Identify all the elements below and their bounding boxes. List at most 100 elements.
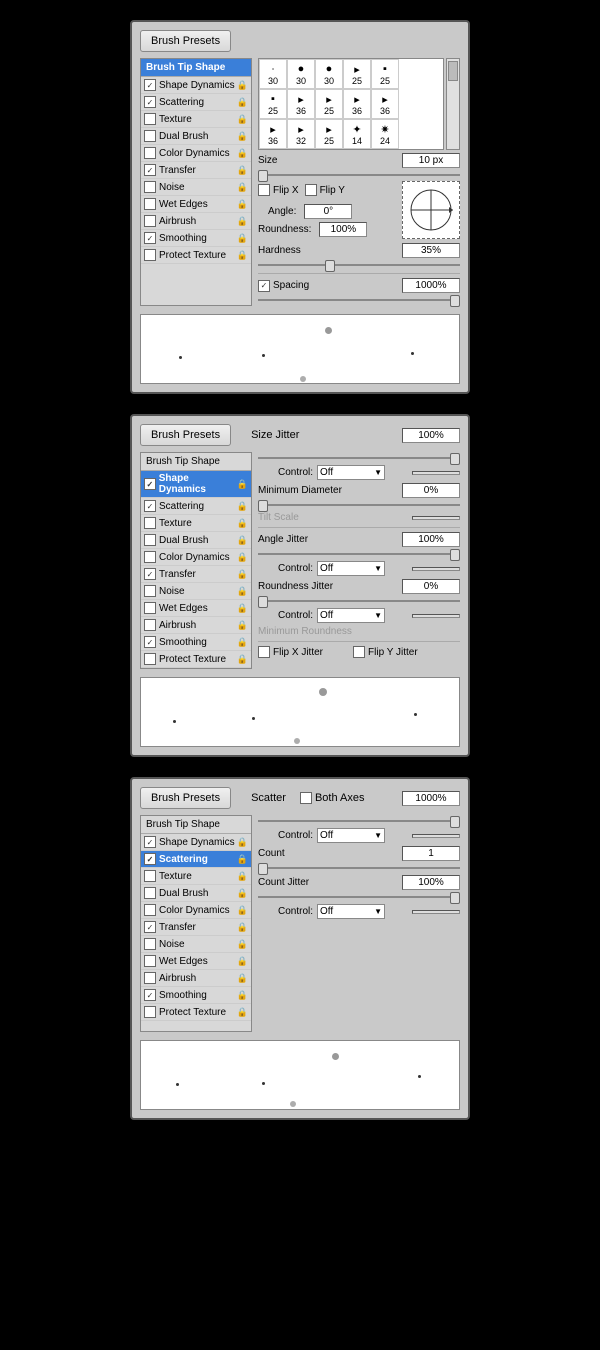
count-value[interactable]: 1	[402, 846, 460, 861]
shape-dynamics-option[interactable]: ✓Shape Dynamics🔒	[141, 77, 251, 94]
checkbox-icon[interactable]	[144, 198, 156, 210]
spacing-value[interactable]: 1000%	[402, 278, 460, 293]
airbrush-option[interactable]: Airbrush🔒	[141, 970, 251, 987]
angle-jitter-value[interactable]: 100%	[402, 532, 460, 547]
checkbox-icon[interactable]	[144, 551, 156, 563]
color-dynamics-option[interactable]: Color Dynamics🔒	[141, 902, 251, 919]
transfer-option[interactable]: ✓Transfer🔒	[141, 162, 251, 179]
count-jitter-control-select[interactable]: Off▼	[317, 904, 385, 919]
checkbox-icon[interactable]	[144, 534, 156, 546]
protect-texture-option[interactable]: Protect Texture🔒	[141, 651, 251, 668]
angle-jitter-slider[interactable]	[258, 550, 460, 558]
scatter-slider[interactable]	[258, 817, 460, 825]
checkbox-icon[interactable]	[144, 653, 156, 665]
wet-edges-option[interactable]: Wet Edges🔒	[141, 953, 251, 970]
airbrush-option[interactable]: Airbrush🔒	[141, 213, 251, 230]
checkbox-icon[interactable]: ✓	[144, 636, 156, 648]
smoothing-option[interactable]: ✓Smoothing🔒	[141, 230, 251, 247]
brush-thumbnail-grid[interactable]: ∙30●30●30▸25▪25 ▪25▸36▸25▸36▸36 ▸36▸32▸2…	[258, 58, 460, 150]
checkbox-icon[interactable]	[144, 113, 156, 125]
checkbox-icon[interactable]: ✓	[144, 989, 156, 1001]
airbrush-option[interactable]: Airbrush🔒	[141, 617, 251, 634]
min-diameter-value[interactable]: 0%	[402, 483, 460, 498]
spacing-slider[interactable]	[258, 296, 460, 304]
checkbox-icon[interactable]	[144, 972, 156, 984]
noise-option[interactable]: Noise🔒	[141, 936, 251, 953]
scattering-option[interactable]: ✓Scattering🔒	[141, 94, 251, 111]
angle-roundness-control[interactable]	[402, 181, 460, 239]
shape-dynamics-option[interactable]: ✓Shape Dynamics🔒	[141, 834, 251, 851]
brush-tip-shape-tab[interactable]: Brush Tip Shape	[141, 59, 251, 77]
checkbox-icon[interactable]	[144, 181, 156, 193]
wet-edges-option[interactable]: Wet Edges🔒	[141, 196, 251, 213]
checkbox-icon[interactable]	[144, 904, 156, 916]
texture-option[interactable]: Texture🔒	[141, 111, 251, 128]
checkbox-icon[interactable]: ✓	[144, 853, 156, 865]
wet-edges-option[interactable]: Wet Edges🔒	[141, 600, 251, 617]
dual-brush-option[interactable]: Dual Brush🔒	[141, 532, 251, 549]
flip-x-jitter-checkbox[interactable]	[258, 646, 270, 658]
checkbox-icon[interactable]	[144, 517, 156, 529]
texture-option[interactable]: Texture🔒	[141, 868, 251, 885]
smoothing-option[interactable]: ✓Smoothing🔒	[141, 634, 251, 651]
size-control-select[interactable]: Off▼	[317, 465, 385, 480]
brush-presets-button[interactable]: Brush Presets	[140, 424, 231, 446]
transfer-option[interactable]: ✓Transfer🔒	[141, 919, 251, 936]
checkbox-icon[interactable]: ✓	[144, 478, 156, 490]
protect-texture-option[interactable]: Protect Texture🔒	[141, 1004, 251, 1021]
protect-texture-option[interactable]: Protect Texture🔒	[141, 247, 251, 264]
dual-brush-option[interactable]: Dual Brush🔒	[141, 128, 251, 145]
hardness-value[interactable]: 35%	[402, 243, 460, 258]
checkbox-icon[interactable]: ✓	[144, 164, 156, 176]
noise-option[interactable]: Noise🔒	[141, 179, 251, 196]
noise-option[interactable]: Noise🔒	[141, 583, 251, 600]
brush-tip-shape-tab[interactable]: Brush Tip Shape	[141, 453, 251, 471]
checkbox-icon[interactable]	[144, 619, 156, 631]
checkbox-icon[interactable]: ✓	[144, 568, 156, 580]
grid-scrollbar[interactable]	[446, 58, 460, 150]
roundness-jitter-value[interactable]: 0%	[402, 579, 460, 594]
checkbox-icon[interactable]: ✓	[144, 96, 156, 108]
size-jitter-value[interactable]: 100%	[402, 428, 460, 443]
checkbox-icon[interactable]	[144, 955, 156, 967]
flip-y-jitter-checkbox[interactable]	[353, 646, 365, 658]
both-axes-checkbox[interactable]	[300, 792, 312, 804]
checkbox-icon[interactable]: ✓	[144, 836, 156, 848]
transfer-option[interactable]: ✓Transfer🔒	[141, 566, 251, 583]
checkbox-icon[interactable]	[144, 585, 156, 597]
min-diameter-slider[interactable]	[258, 501, 460, 509]
checkbox-icon[interactable]	[144, 887, 156, 899]
scatter-value[interactable]: 1000%	[402, 791, 460, 806]
texture-option[interactable]: Texture🔒	[141, 515, 251, 532]
checkbox-icon[interactable]: ✓	[144, 921, 156, 933]
checkbox-icon[interactable]: ✓	[144, 500, 156, 512]
checkbox-icon[interactable]	[144, 602, 156, 614]
scattering-option[interactable]: ✓Scattering🔒	[141, 498, 251, 515]
brush-tip-shape-tab[interactable]: Brush Tip Shape	[141, 816, 251, 834]
hardness-slider[interactable]	[258, 261, 460, 269]
angle-control-select[interactable]: Off▼	[317, 561, 385, 576]
flip-y-checkbox[interactable]	[305, 184, 317, 196]
checkbox-icon[interactable]	[144, 249, 156, 261]
checkbox-icon[interactable]	[144, 130, 156, 142]
checkbox-icon[interactable]: ✓	[144, 79, 156, 91]
color-dynamics-option[interactable]: Color Dynamics🔒	[141, 549, 251, 566]
brush-presets-button[interactable]: Brush Presets	[140, 30, 231, 52]
size-value[interactable]: 10 px	[402, 153, 460, 168]
brush-presets-button[interactable]: Brush Presets	[140, 787, 231, 809]
scattering-option[interactable]: ✓Scattering🔒	[141, 851, 251, 868]
dual-brush-option[interactable]: Dual Brush🔒	[141, 885, 251, 902]
checkbox-icon[interactable]	[144, 215, 156, 227]
size-jitter-slider[interactable]	[258, 454, 460, 462]
color-dynamics-option[interactable]: Color Dynamics🔒	[141, 145, 251, 162]
count-slider[interactable]	[258, 864, 460, 872]
spacing-checkbox[interactable]: ✓	[258, 280, 270, 292]
flip-x-checkbox[interactable]	[258, 184, 270, 196]
roundness-jitter-slider[interactable]	[258, 597, 460, 605]
checkbox-icon[interactable]	[144, 938, 156, 950]
roundness-value[interactable]: 100%	[319, 222, 367, 237]
smoothing-option[interactable]: ✓Smoothing🔒	[141, 987, 251, 1004]
shape-dynamics-option[interactable]: ✓Shape Dynamics🔒	[141, 471, 251, 498]
checkbox-icon[interactable]	[144, 870, 156, 882]
checkbox-icon[interactable]: ✓	[144, 232, 156, 244]
